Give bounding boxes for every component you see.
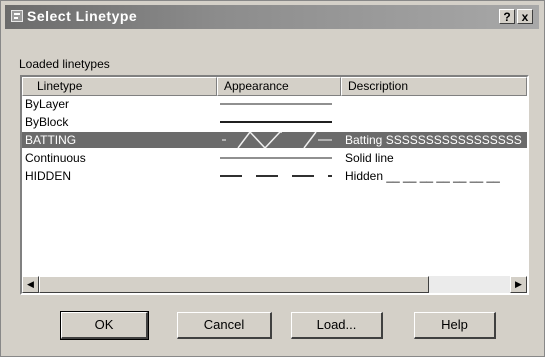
- dialog-title: Select Linetype: [27, 8, 138, 24]
- column-header-description[interactable]: Description: [341, 77, 527, 96]
- select-linetype-dialog: Select Linetype ? x Loaded linetypes Lin…: [0, 0, 545, 357]
- app-icon: [11, 10, 23, 22]
- ok-button[interactable]: OK: [60, 311, 149, 340]
- load-button[interactable]: Load...: [291, 312, 383, 339]
- help-button[interactable]: Help: [414, 312, 496, 339]
- linetype-appearance-solid: [220, 157, 332, 159]
- linetype-name: ByLayer: [25, 97, 70, 111]
- list-item-bylayer[interactable]: ByLayer: [22, 96, 527, 112]
- linetype-name: HIDDEN: [25, 169, 72, 183]
- loaded-linetypes-label: Loaded linetypes: [19, 57, 110, 71]
- list-item-hidden[interactable]: HIDDEN Hidden __ __ __ __ __ __ __: [22, 168, 527, 184]
- linetype-list[interactable]: Linetype Appearance Description ByLayer …: [20, 75, 529, 295]
- title-bar[interactable]: Select Linetype ? x: [5, 5, 539, 29]
- scroll-right-arrow-icon[interactable]: ▶: [510, 276, 527, 293]
- column-header-appearance[interactable]: Appearance: [217, 77, 341, 96]
- linetype-appearance-solid: [220, 103, 332, 105]
- list-item-continuous[interactable]: Continuous Solid line: [22, 150, 527, 166]
- linetype-description: Solid line: [345, 151, 394, 165]
- linetype-description: Hidden __ __ __ __ __ __ __: [345, 169, 500, 183]
- linetype-description: Batting SSSSSSSSSSSSSSSSS: [345, 133, 522, 147]
- column-header-linetype[interactable]: Linetype: [22, 77, 217, 96]
- help-title-button[interactable]: ?: [499, 9, 515, 24]
- cancel-button[interactable]: Cancel: [177, 312, 272, 339]
- scroll-left-arrow-icon[interactable]: ◀: [22, 276, 39, 293]
- linetype-appearance-batting: [222, 132, 332, 148]
- horizontal-scrollbar[interactable]: ◀ ▶: [22, 276, 527, 293]
- linetype-name: Continuous: [25, 151, 86, 165]
- linetype-name: ByBlock: [25, 115, 69, 129]
- list-item-byblock[interactable]: ByBlock: [22, 114, 527, 130]
- scrollbar-thumb[interactable]: [39, 276, 429, 293]
- close-button[interactable]: x: [517, 9, 533, 24]
- linetype-name: BATTING: [25, 133, 77, 147]
- linetype-appearance-solid: [220, 121, 332, 123]
- list-item-batting[interactable]: BATTING Batting SSSSSSSSSSSSSSSSS: [22, 132, 527, 148]
- linetype-appearance-dashed: [220, 175, 332, 177]
